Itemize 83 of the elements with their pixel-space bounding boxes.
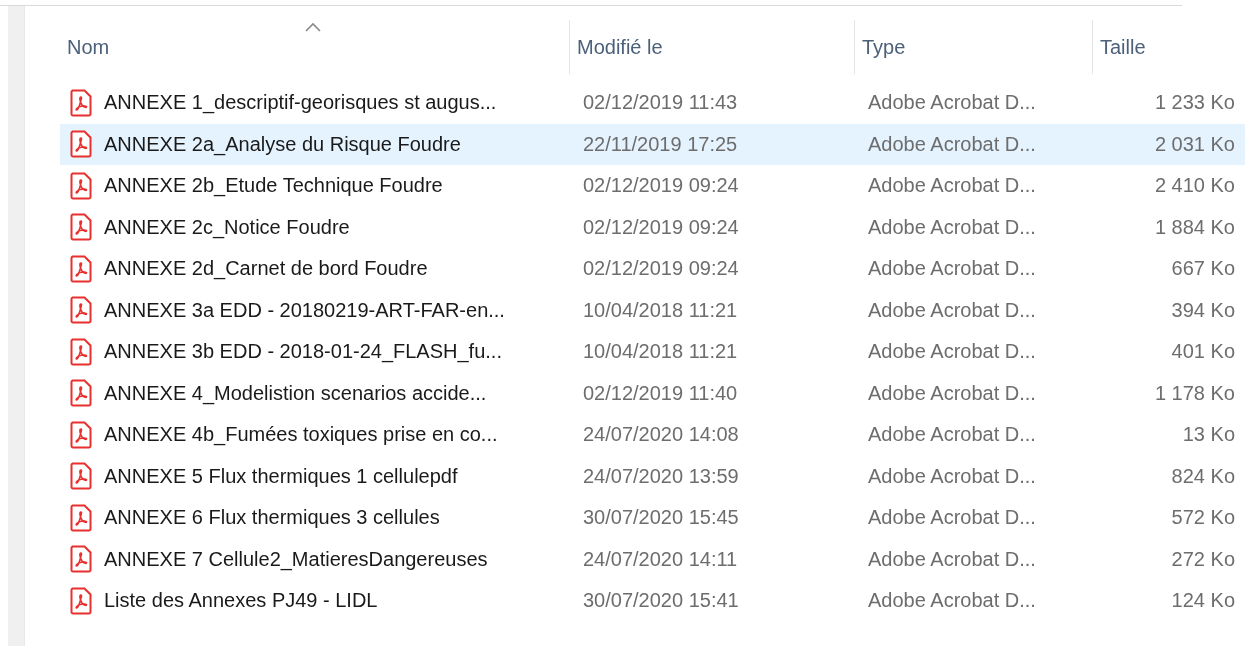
pdf-file-icon xyxy=(70,420,92,449)
modified-date: 10/04/2018 11:21 xyxy=(582,340,738,364)
file-size: 401 Ko xyxy=(1171,340,1236,364)
file-type: Adobe Acrobat D... xyxy=(867,340,1036,364)
modified-date: 02/12/2019 11:40 xyxy=(582,381,738,405)
file-size: 1 884 Ko xyxy=(1154,215,1236,239)
modified-date: 24/07/2020 14:08 xyxy=(582,423,739,447)
file-size: 272 Ko xyxy=(1171,547,1236,571)
file-name: ANNEXE 4b_Fumées toxiques prise en co... xyxy=(104,423,498,447)
pdf-file-icon xyxy=(70,254,92,283)
file-row[interactable]: ANNEXE 2d_Carnet de bord Foudre 02/12/2019 09:24 Adobe Acrobat D... 667 Ko xyxy=(60,248,1245,290)
file-name: ANNEXE 3a EDD - 20180219-ART-FAR-en... xyxy=(104,298,505,322)
file-type: Adobe Acrobat D... xyxy=(867,464,1036,488)
file-size: 2 031 Ko xyxy=(1154,132,1236,156)
file-type: Adobe Acrobat D... xyxy=(867,174,1036,198)
pdf-file-icon xyxy=(70,213,92,242)
file-type: Adobe Acrobat D... xyxy=(867,298,1036,322)
file-type: Adobe Acrobat D... xyxy=(867,91,1036,115)
column-header[interactable]: Nom xyxy=(60,20,570,74)
file-row[interactable]: ANNEXE 2b_Etude Technique Foudre 02/12/2019 09:24 Adobe Acrobat D... 2 410 Ko xyxy=(60,165,1245,207)
file-name: Liste des Annexes PJ49 - LIDL xyxy=(104,589,378,613)
file-type: Adobe Acrobat D... xyxy=(867,381,1036,405)
file-name: ANNEXE 2a_Analyse du Risque Foudre xyxy=(104,132,461,156)
file-row[interactable]: ANNEXE 5 Flux thermiques 1 cellulepdf 24/07/2020 13:59 Adobe Acrobat D... 824 Ko xyxy=(60,455,1245,497)
file-size: 824 Ko xyxy=(1171,464,1236,488)
file-size: 13 Ko xyxy=(1182,423,1236,447)
modified-date: 30/07/2020 15:41 xyxy=(582,589,739,613)
file-type: Adobe Acrobat D... xyxy=(867,215,1036,239)
pdf-file-icon xyxy=(70,586,92,615)
file-size: 124 Ko xyxy=(1171,589,1236,613)
file-row[interactable]: ANNEXE 2c_Notice Foudre 02/12/2019 09:24 Adobe Acrobat D... 1 884 Ko xyxy=(60,206,1245,248)
file-type: Adobe Acrobat D... xyxy=(867,257,1036,281)
file-row[interactable]: ANNEXE 1_descriptif-georisques st augus... 02/12/2019 11:43 Adobe Acrobat D... 1 233 Ko xyxy=(60,82,1245,124)
file-row[interactable]: ANNEXE 7 Cellule2_MatieresDangereuses 24/07/2020 14:11 Adobe Acrobat D... 272 Ko xyxy=(60,538,1245,580)
file-name: ANNEXE 6 Flux thermiques 3 cellules xyxy=(104,506,440,530)
file-name: ANNEXE 2d_Carnet de bord Foudre xyxy=(104,257,428,281)
modified-date: 02/12/2019 09:24 xyxy=(582,174,739,198)
pdf-file-icon xyxy=(70,296,92,325)
pdf-file-icon xyxy=(70,88,92,117)
file-type: Adobe Acrobat D... xyxy=(867,506,1036,530)
pdf-file-icon xyxy=(70,337,92,366)
file-type: Adobe Acrobat D... xyxy=(867,589,1036,613)
file-row[interactable]: Liste des Annexes PJ49 - LIDL 30/07/2020 15:41 Adobe Acrobat D... 124 Ko xyxy=(60,580,1245,622)
file-size: 667 Ko xyxy=(1171,257,1236,281)
file-row[interactable]: ANNEXE 6 Flux thermiques 3 cellules 30/07/2020 15:45 Adobe Acrobat D... 572 Ko xyxy=(60,497,1245,539)
file-size: 1 178 Ko xyxy=(1154,381,1236,405)
modified-date: 02/12/2019 09:24 xyxy=(582,215,739,239)
file-size: 394 Ko xyxy=(1171,298,1236,322)
file-size: 572 Ko xyxy=(1171,506,1236,530)
column-header[interactable]: Taille xyxy=(1093,20,1245,74)
modified-date: 30/07/2020 15:45 xyxy=(582,506,739,530)
file-row[interactable]: ANNEXE 3b EDD - 2018-01-24_FLASH_fu... 10/04/2018 11:21 Adobe Acrobat D... 401 Ko xyxy=(60,331,1245,373)
file-row[interactable]: ANNEXE 3a EDD - 20180219-ART-FAR-en... 10/04/2018 11:21 Adobe Acrobat D... 394 Ko xyxy=(60,289,1245,331)
file-size: 1 233 Ko xyxy=(1154,91,1236,115)
modified-date: 02/12/2019 11:43 xyxy=(582,91,738,115)
file-name: ANNEXE 1_descriptif-georisques st augus... xyxy=(104,91,497,115)
pdf-file-icon xyxy=(70,462,92,491)
file-name: ANNEXE 7 Cellule2_MatieresDangereuses xyxy=(104,547,488,571)
modified-date: 02/12/2019 09:24 xyxy=(582,257,739,281)
file-row[interactable]: ANNEXE 4_Modelistion scenarios accide... 02/12/2019 11:40 Adobe Acrobat D... 1 178 Ko xyxy=(60,372,1245,414)
file-size: 2 410 Ko xyxy=(1154,174,1236,198)
file-row[interactable]: ANNEXE 4b_Fumées toxiques prise en co... 24/07/2020 14:08 Adobe Acrobat D... 13 Ko xyxy=(60,414,1245,456)
file-row[interactable]: ANNEXE 2a_Analyse du Risque Foudre 22/11/2019 17:25 Adobe Acrobat D... 2 031 Ko xyxy=(60,123,1245,165)
file-name: ANNEXE 2c_Notice Foudre xyxy=(104,215,350,239)
column-header[interactable]: Type xyxy=(855,20,1093,74)
modified-date: 24/07/2020 13:59 xyxy=(582,464,739,488)
file-name: ANNEXE 4_Modelistion scenarios accide... xyxy=(104,381,487,405)
pdf-file-icon xyxy=(70,503,92,532)
file-type: Adobe Acrobat D... xyxy=(867,423,1036,447)
pdf-file-icon xyxy=(70,545,92,574)
file-name: ANNEXE 2b_Etude Technique Foudre xyxy=(104,174,443,198)
modified-date: 24/07/2020 14:11 xyxy=(582,547,738,571)
file-type: Adobe Acrobat D... xyxy=(867,132,1036,156)
pdf-file-icon xyxy=(70,171,92,200)
column-header[interactable]: Modifié le xyxy=(570,20,855,74)
pdf-file-icon xyxy=(70,130,92,159)
file-type: Adobe Acrobat D... xyxy=(867,547,1036,571)
modified-date: 22/11/2019 17:25 xyxy=(582,132,738,156)
sort-chevron-icon xyxy=(304,22,321,32)
pdf-file-icon xyxy=(70,379,92,408)
file-name: ANNEXE 5 Flux thermiques 1 cellulepdf xyxy=(104,464,458,488)
file-name: ANNEXE 3b EDD - 2018-01-24_FLASH_fu... xyxy=(104,340,502,364)
modified-date: 10/04/2018 11:21 xyxy=(582,298,738,322)
